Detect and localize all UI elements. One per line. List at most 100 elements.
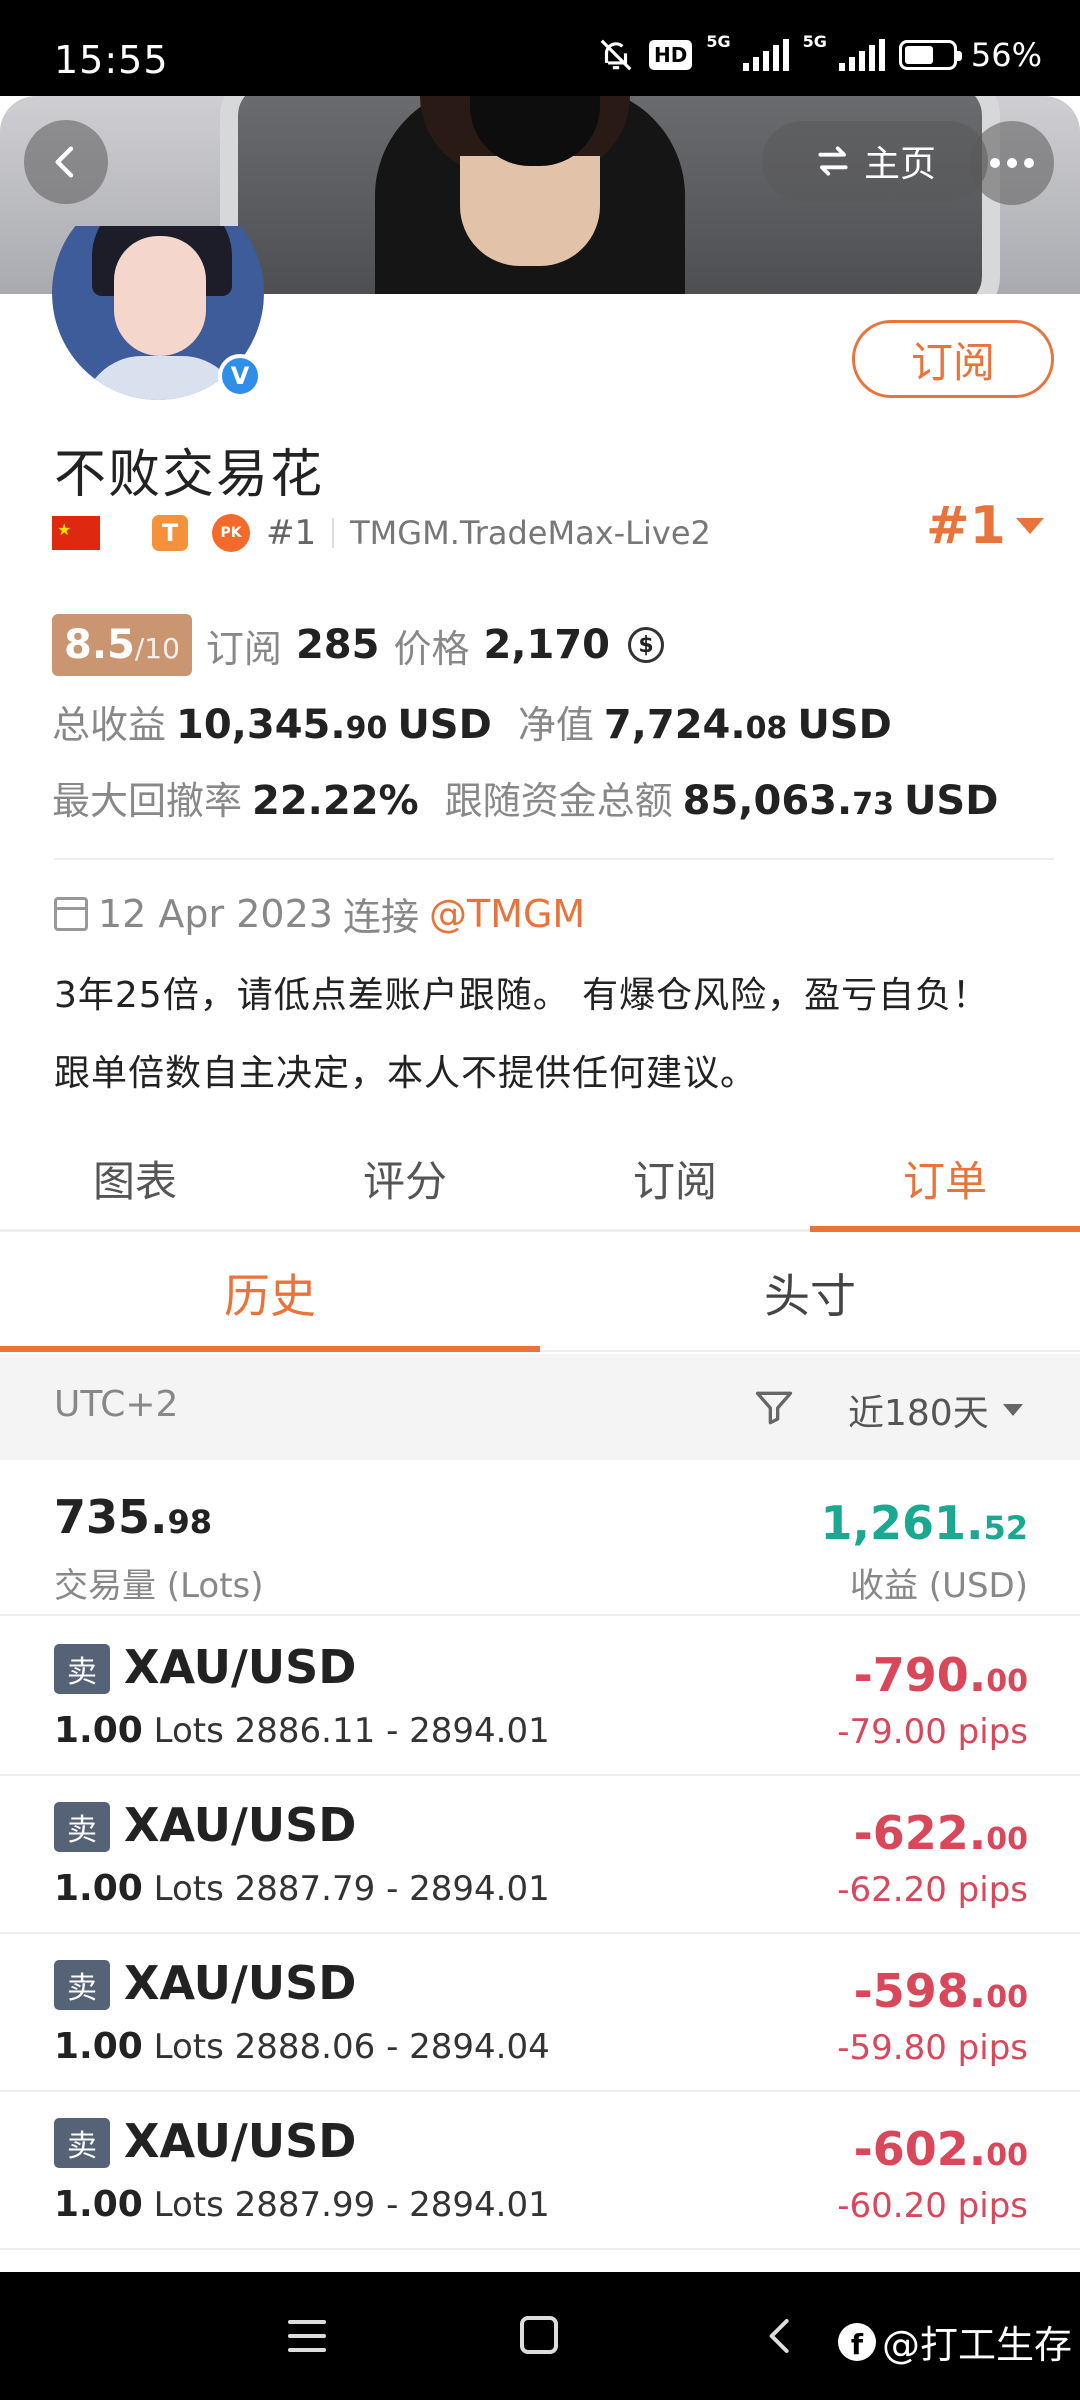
watermark: f @打工生存 (838, 2314, 1072, 2369)
lots-total: 735.98 (54, 1490, 213, 1544)
connect-date: 12 Apr 2023 (98, 891, 333, 936)
signal-icon-2 (838, 39, 885, 71)
order-profit: -622.00 (853, 1806, 1028, 1860)
bio-line-2: 跟单倍数自主决定，本人不提供任何建议。 (54, 1053, 758, 1094)
calendar-icon (54, 896, 88, 931)
order-row[interactable]: 卖 XAU/USD 1.00 Lots 2886.11 - 2894.01 -7… (0, 1618, 1080, 1776)
follow-funds-unit: USD (903, 778, 999, 824)
more-icon (990, 158, 1000, 168)
order-row[interactable]: 卖 XAU/USD 1.00 Lots 2888.06 - 2894.04 -5… (0, 1934, 1080, 2092)
battery-percent: 56% (970, 36, 1042, 74)
filter-icon[interactable] (752, 1386, 796, 1430)
swap-icon (818, 146, 848, 176)
back-arrow-icon (55, 146, 74, 178)
sell-badge: 卖 (54, 2118, 110, 2168)
home-button[interactable]: 主页 (762, 121, 988, 201)
nav-back-icon[interactable] (760, 2314, 800, 2358)
order-symbol: XAU/USD (124, 1798, 357, 1852)
tab-chart[interactable]: 图表 (0, 1128, 270, 1229)
tab-positions[interactable]: 头寸 (540, 1236, 1080, 1350)
tab-subscribe[interactable]: 订阅 (540, 1128, 810, 1229)
total-profit-value: 10,345.90 (176, 702, 388, 748)
period-dropdown[interactable]: 近180天 (848, 1384, 1023, 1436)
network-label-1: 5G (706, 31, 731, 51)
stats-row-1: 8.5 /10 订阅 285 价格 2,170 $ (52, 614, 664, 676)
subscribers-label: 订阅 (205, 626, 282, 671)
rank-dropdown[interactable]: #1 (926, 496, 1044, 556)
signal-icon-1 (742, 39, 789, 71)
follow-funds-value: 85,063.73 (682, 778, 894, 824)
china-flag-icon (52, 516, 100, 550)
sell-badge: 卖 (54, 1644, 110, 1694)
order-detail: 1.00 Lots 2887.99 - 2894.01 (54, 2184, 550, 2225)
menu-icon[interactable] (288, 2320, 326, 2352)
home-label: 主页 (863, 144, 936, 185)
tab-orders[interactable]: 订单 (810, 1128, 1080, 1232)
home-square-icon[interactable] (520, 2316, 558, 2354)
verified-badge: V (218, 354, 262, 398)
bell-off-icon (600, 39, 632, 71)
coin-icon: $ (627, 627, 664, 663)
broker-link[interactable]: @TMGM (429, 892, 585, 936)
follow-funds-label: 跟随资金总额 (444, 779, 673, 823)
filter-bar: UTC+2 近180天 (0, 1354, 1080, 1460)
order-pips: -60.20 pips (837, 2186, 1028, 2226)
drawdown-value: 22.22% (252, 778, 419, 824)
order-detail: 1.00 Lots 2886.11 - 2894.01 (54, 1710, 550, 1751)
tab-history[interactable]: 历史 (0, 1236, 540, 1352)
facebook-icon: f (838, 2322, 876, 2361)
sub-tabs: 历史 头寸 (0, 1236, 1080, 1352)
order-row[interactable]: 卖 XAU/USD 1.00 Lots 2887.99 - 2894.01 -6… (0, 2092, 1080, 2250)
order-detail: 1.00 Lots 2887.79 - 2894.01 (54, 1868, 550, 1909)
order-row[interactable]: 卖 XAU/USD 1.00 Lots 2887.79 - 2894.01 -6… (0, 1776, 1080, 1934)
score-value: 8.5 (64, 622, 135, 668)
total-profit-label: 总收益 (52, 703, 167, 747)
trader-meta: T PK #1 TMGM.TradeMax-Live2 (52, 510, 711, 556)
status-bar: 15:55 HD 5G 5G 56% (0, 0, 1080, 96)
order-pips: -59.80 pips (837, 2028, 1028, 2068)
order-pips: -79.00 pips (837, 1712, 1028, 1752)
price-label: 价格 (393, 626, 470, 671)
order-profit: -790.00 (853, 1648, 1028, 1702)
order-profit: -602.00 (853, 2122, 1028, 2176)
order-symbol: XAU/USD (124, 1956, 357, 2010)
score-max: /10 (134, 632, 180, 665)
tab-rating[interactable]: 评分 (270, 1128, 540, 1229)
more-button[interactable] (970, 121, 1054, 205)
lots-label: 交易量 (Lots) (54, 1566, 264, 1606)
equity-label: 净值 (517, 703, 594, 747)
subscribers-value: 285 (295, 622, 380, 668)
orders-summary: 735.98 交易量 (Lots) 1,261.52 收益 (USD) (0, 1462, 1080, 1616)
status-time: 15:55 (54, 38, 169, 82)
divider (332, 518, 335, 548)
rank-small: #1 (266, 513, 317, 553)
stats-row-3: 最大回撤率 22.22% 跟随资金总额 85,063.73 USD (52, 770, 998, 825)
equity-value: 7,724.08 (603, 702, 788, 748)
drawdown-label: 最大回撤率 (52, 779, 243, 823)
connect-label: 连接 (342, 895, 419, 939)
order-symbol: XAU/USD (124, 1640, 357, 1694)
rank-big-label: #1 (926, 496, 1006, 556)
section-divider (54, 858, 1054, 860)
subscribe-button[interactable]: 订阅 (852, 320, 1054, 398)
stats-row-2: 总收益 10,345.90 USD 净值 7,724.08 USD (52, 694, 892, 749)
timezone-label: UTC+2 (54, 1384, 179, 1425)
trader-name: 不败交易花 (54, 445, 325, 505)
order-pips: -62.20 pips (837, 1870, 1028, 1910)
order-profit: -598.00 (853, 1964, 1028, 2018)
equity-unit: USD (797, 702, 892, 748)
price-value: 2,170 (483, 622, 610, 668)
period-label: 近180天 (848, 1393, 989, 1434)
server-name: TMGM.TradeMax-Live2 (350, 514, 711, 552)
chevron-down-icon (1015, 518, 1044, 534)
hd-badge: HD (649, 40, 693, 70)
profit-label: 收益 (USD) (850, 1566, 1028, 1606)
back-button[interactable] (24, 120, 108, 204)
network-label-2: 5G (802, 31, 827, 51)
watermark-text: @打工生存 (882, 2323, 1073, 2367)
main-tabs: 图表 评分 订阅 订单 (0, 1128, 1080, 1232)
total-profit-unit: USD (397, 702, 492, 748)
sell-badge: 卖 (54, 1960, 110, 2010)
order-detail: 1.00 Lots 2888.06 - 2894.04 (54, 2026, 550, 2067)
system-nav-bar: f @打工生存 (0, 2272, 1080, 2400)
